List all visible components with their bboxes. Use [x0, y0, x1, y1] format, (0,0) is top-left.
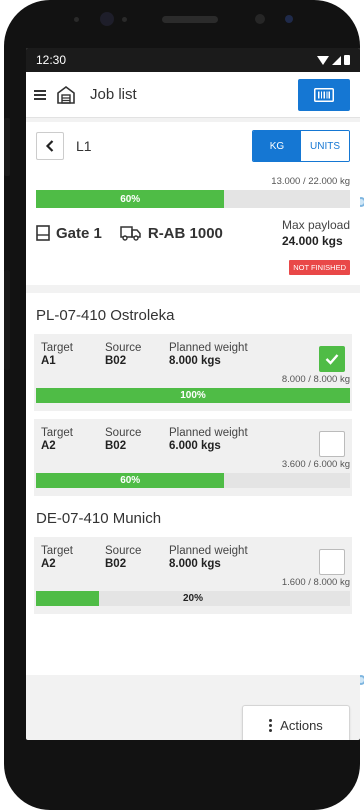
proximity-sensor-icon [255, 14, 265, 24]
job-progress-bar: 100% [36, 388, 350, 403]
job-item[interactable]: Target A1 Source B02 Planned weight 8.00… [34, 334, 352, 411]
signal-icon [332, 55, 341, 65]
max-payload-value: 24.000 kgs [281, 234, 343, 248]
scan-barcode-button[interactable] [298, 78, 350, 111]
source-label: Source [105, 545, 142, 557]
target-value: A1 [41, 355, 56, 367]
progress-label: 60% [120, 193, 141, 205]
source-column: Source B02 [105, 427, 169, 457]
job-item-header: Target A2 Source B02 Planned weight 6.00… [34, 427, 352, 457]
status-time: 12:30 [36, 53, 67, 67]
status-icons [317, 55, 350, 65]
planned-weight-value: 8.000 kgs [169, 558, 221, 570]
volume-button [4, 118, 10, 176]
load-summary-card: L1 KG UNITS 13.000 / 22.000 kg 60% Gate … [26, 122, 360, 285]
more-vertical-icon [269, 718, 273, 732]
planned-weight-value: 6.000 kgs [169, 440, 221, 452]
max-payload-label: Max payload [281, 218, 350, 232]
page-title: Job list [90, 86, 137, 103]
job-list: PL-07-410 Ostroleka Target A1 Source B02… [26, 293, 360, 675]
completion-checkbox[interactable] [319, 549, 345, 575]
planned-weight-value: 8.000 kgs [169, 355, 221, 367]
group-title: PL-07-410 Ostroleka [36, 307, 175, 324]
target-column: Target A1 [41, 342, 105, 372]
back-button[interactable] [36, 132, 64, 160]
source-label: Source [105, 427, 142, 439]
summary-weight-text: 13.000 / 22.000 kg [271, 176, 350, 187]
truck-plate: R-AB 1000 [147, 224, 223, 242]
menu-icon[interactable] [34, 89, 46, 100]
job-weight-text: 3.600 / 6.000 kg [281, 459, 350, 470]
job-item[interactable]: Target A2 Source B02 Planned weight 6.00… [34, 419, 352, 496]
group-title: DE-07-410 Munich [36, 510, 162, 527]
max-payload: Max payload 24.000 kgs [282, 218, 350, 248]
actions-button[interactable]: Actions [242, 705, 350, 740]
target-column: Target A2 [41, 427, 105, 457]
job-progress-bar: 20% [36, 591, 350, 606]
source-label: Source [105, 342, 142, 354]
planned-weight-label: Planned weight [169, 545, 248, 557]
chevron-left-icon [45, 140, 54, 152]
job-item-header: Target A1 Source B02 Planned weight 8.00… [34, 342, 352, 372]
completion-checkbox[interactable] [319, 431, 345, 457]
completion-checkbox[interactable] [319, 346, 345, 372]
job-item-header: Target A2 Source B02 Planned weight 8.00… [34, 545, 352, 575]
gate-icon [36, 225, 50, 241]
job-weight-text: 1.600 / 8.000 kg [281, 577, 350, 588]
app-screen: 12:30 Job list L1 KG UNITS 13.000 / 22.0… [26, 48, 360, 740]
source-value: B02 [105, 355, 127, 367]
target-column: Target A2 [41, 545, 105, 575]
location-label: L1 [76, 138, 92, 154]
target-label: Target [41, 545, 73, 557]
planned-weight-label: Planned weight [169, 342, 248, 354]
progress-label: 60% [120, 475, 141, 486]
wifi-icon [317, 55, 329, 65]
source-value: B02 [105, 440, 127, 452]
status-badge: NOT FINISHED [289, 260, 350, 275]
target-value: A2 [41, 558, 56, 570]
unit-toggle: KG UNITS [252, 130, 350, 162]
planned-weight-column: Planned weight 8.000 kgs [169, 545, 319, 575]
job-item[interactable]: Target A2 Source B02 Planned weight 8.00… [34, 537, 352, 614]
progress-label: 100% [180, 390, 206, 401]
app-bar: Job list [26, 72, 360, 118]
planned-weight-column: Planned weight 8.000 kgs [169, 342, 319, 372]
planned-weight-label: Planned weight [169, 427, 248, 439]
target-value: A2 [41, 440, 56, 452]
target-label: Target [41, 342, 73, 354]
unit-units-button[interactable]: UNITS [301, 131, 349, 161]
source-column: Source B02 [105, 545, 169, 575]
planned-weight-column: Planned weight 6.000 kgs [169, 427, 319, 457]
camera-icon [100, 12, 114, 26]
job-weight-text: 8.000 / 8.000 kg [281, 374, 350, 385]
truck-info: R-AB 1000 [120, 225, 223, 242]
status-row: NOT FINISHED [36, 260, 350, 275]
target-label: Target [41, 427, 73, 439]
gate-info: Gate 1 [36, 225, 102, 242]
progress-label: 20% [182, 593, 203, 604]
summary-progress-bar: 60% [36, 190, 350, 208]
sensor-icon [74, 17, 79, 22]
source-column: Source B02 [105, 342, 169, 372]
vehicle-info-row: Gate 1 R-AB 1000 Max payload 24.000 kgs [36, 218, 350, 248]
front-camera-icon [285, 15, 293, 23]
speaker-grille [162, 16, 218, 23]
check-icon [325, 354, 339, 365]
nav-row: L1 KG UNITS [36, 130, 350, 162]
top-bezel [4, 0, 360, 50]
truck-icon [120, 226, 141, 241]
job-progress-bar: 60% [36, 473, 350, 488]
source-value: B02 [105, 558, 127, 570]
sensor-icon [122, 17, 127, 22]
unit-kg-button[interactable]: KG [253, 131, 301, 161]
actions-label: Actions [280, 717, 323, 733]
warehouse-icon [57, 85, 75, 104]
gate-label: Gate 1 [56, 224, 102, 242]
barcode-icon [314, 87, 334, 102]
battery-icon [344, 55, 350, 65]
status-bar: 12:30 [26, 48, 360, 72]
power-button [4, 270, 10, 370]
